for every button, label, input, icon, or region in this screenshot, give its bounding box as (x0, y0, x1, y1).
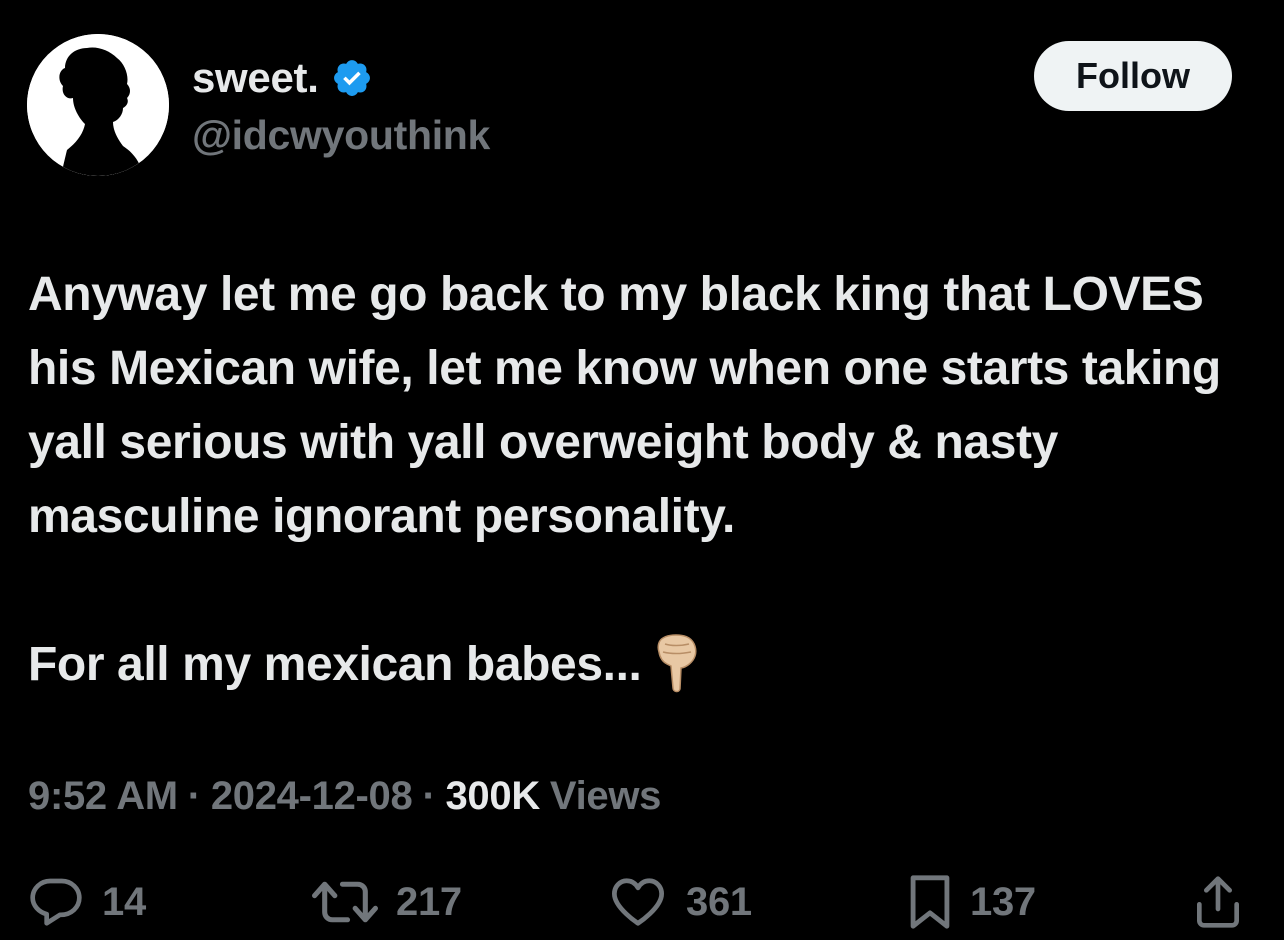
like-count: 361 (686, 879, 752, 924)
repost-count: 217 (396, 879, 462, 924)
action-bar: 14 217 361 137 (0, 870, 1284, 934)
meta-separator: · (422, 774, 436, 818)
like-button[interactable]: 361 (608, 870, 752, 934)
tweet-meta: 9:52 AM · 2024-12-08 · 300K Views (28, 774, 661, 819)
views-count: 300K (445, 774, 540, 818)
follow-button[interactable]: Follow (1034, 41, 1232, 111)
share-icon (1197, 876, 1239, 928)
pointing-down-icon (655, 632, 699, 694)
verified-badge-icon (331, 57, 373, 99)
tweet-paragraph-2-text: For all my mexican babes... (28, 638, 642, 691)
tweet-paragraph-2: For all my mexican babes... (28, 628, 1268, 702)
avatar[interactable] (27, 34, 169, 176)
bookmark-icon (910, 875, 950, 929)
tweet-paragraph-1: Anyway let me go back to my black king t… (28, 268, 1221, 543)
views-label: Views (549, 774, 662, 818)
bookmark-button[interactable]: 137 (908, 870, 1036, 934)
silhouette-icon (27, 34, 169, 176)
bookmark-count: 137 (970, 879, 1036, 924)
repost-icon (312, 881, 378, 923)
tweet-date[interactable]: 2024-12-08 (211, 774, 413, 819)
reply-button[interactable]: 14 (28, 870, 146, 934)
display-name[interactable]: sweet. (192, 54, 319, 102)
reply-icon (30, 878, 82, 926)
reply-count: 14 (102, 879, 146, 924)
tweet-time[interactable]: 9:52 AM (28, 774, 178, 819)
author-name-row: sweet. (192, 52, 373, 104)
author-handle[interactable]: @idcwyouthink (192, 112, 490, 159)
heart-icon (612, 878, 664, 926)
tweet-text: Anyway let me go back to my black king t… (28, 258, 1268, 702)
repost-button[interactable]: 217 (312, 870, 462, 934)
meta-separator: · (187, 774, 201, 818)
share-button[interactable] (1192, 870, 1244, 934)
